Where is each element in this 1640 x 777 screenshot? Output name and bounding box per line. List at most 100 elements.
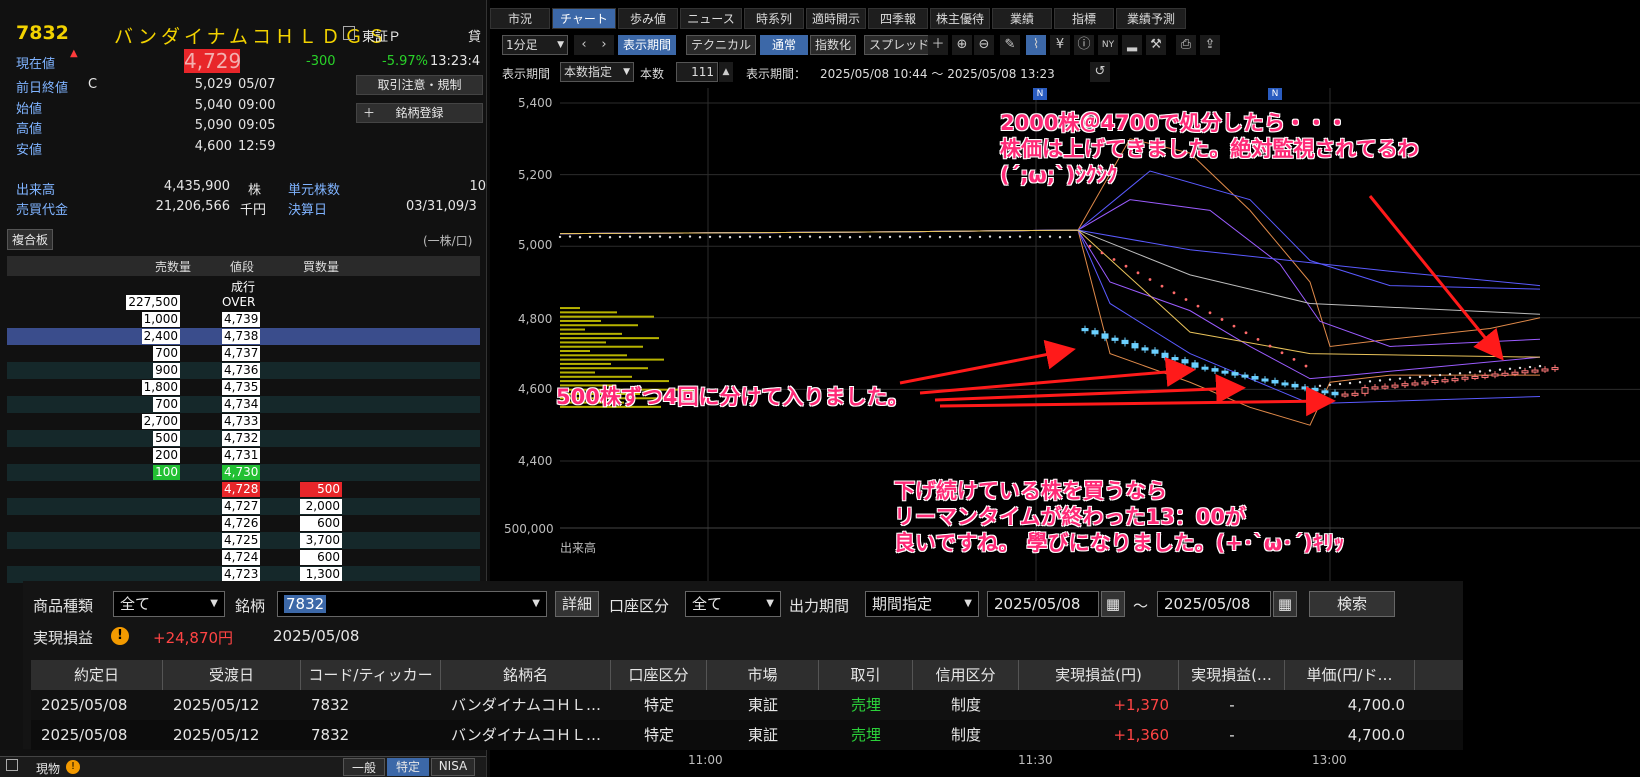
candle-body — [1271, 379, 1279, 384]
ask-row[interactable]: 100 4,730 — [7, 464, 480, 481]
account-type-select[interactable]: 全て ▼ — [685, 591, 781, 617]
bid-row[interactable]: 4,726 600 — [7, 515, 480, 532]
print-icon[interactable]: ⎙ — [1176, 35, 1196, 55]
vwap-dot — [1292, 357, 1296, 361]
tab-1[interactable]: チャート — [552, 8, 616, 29]
news-marker[interactable]: N — [1033, 88, 1047, 100]
tab-10[interactable]: 業績予測 — [1116, 8, 1186, 29]
bid-row[interactable]: 4,725 3,700 — [7, 532, 480, 549]
ask-row[interactable]: 2,400 4,738 — [7, 328, 480, 345]
column-header[interactable]: 実現損益(… — [1179, 660, 1285, 690]
tab-4[interactable]: 時系列 — [744, 8, 804, 29]
orderbook-tab[interactable]: 複合板 — [7, 229, 54, 250]
news-marker[interactable]: N — [1268, 88, 1282, 100]
memo-icon[interactable] — [343, 26, 355, 40]
yen-icon[interactable]: ¥ — [1050, 35, 1070, 55]
zoom-in-icon[interactable]: ⊕ — [952, 35, 972, 55]
table-cell: - — [1229, 696, 1235, 714]
column-header[interactable]: 市場 — [707, 660, 819, 690]
orderbook-over-row[interactable]: 227,500 OVER — [7, 294, 480, 311]
column-header[interactable]: 約定日 — [31, 660, 163, 690]
column-header[interactable]: 口座区分 — [611, 660, 707, 690]
prev-icon[interactable]: ‹ — [574, 35, 594, 55]
column-header[interactable]: 実現損益(円) — [1019, 660, 1179, 690]
tab-0[interactable]: 市況 — [490, 8, 550, 29]
ask-row[interactable]: 700 4,734 — [7, 396, 480, 413]
candle-body — [1291, 383, 1299, 388]
calendar-icon[interactable]: ▦ — [1273, 591, 1297, 617]
ask-row[interactable]: 500 4,732 — [7, 430, 480, 447]
tab-2[interactable]: 歩み値 — [618, 8, 678, 29]
ask-row[interactable]: 2,700 4,733 — [7, 413, 480, 430]
product-type-select[interactable]: 全て ▼ — [113, 591, 225, 617]
volume-profile-bar — [560, 375, 632, 378]
export-icon[interactable]: ⇪ — [1200, 35, 1220, 55]
tab-8[interactable]: 業績 — [992, 8, 1052, 29]
trade-notice-button[interactable]: 取引注意・規制 — [356, 75, 483, 95]
zoom-out-icon[interactable]: ⊖ — [974, 35, 994, 55]
tab-general[interactable]: 一般 — [343, 758, 385, 776]
output-period-label: 出力期間 — [789, 597, 850, 615]
interval-select[interactable]: 1分足 ▼ — [502, 35, 568, 55]
stepper-icon[interactable]: ▲ — [719, 62, 733, 82]
chart-line-icon[interactable]: ⌇ — [1026, 35, 1046, 55]
technical-button[interactable]: テクニカル — [686, 35, 757, 55]
ask-row[interactable]: 1,000 4,739 — [7, 311, 480, 328]
column-header[interactable]: 信用区分 — [913, 660, 1019, 690]
ask-row[interactable]: 900 4,736 — [7, 362, 480, 379]
table-cell: 7832 — [311, 696, 350, 714]
warning-icon[interactable]: ! — [111, 627, 129, 645]
column-header[interactable]: コード/ティッカー — [301, 660, 441, 690]
reset-icon[interactable]: ↺ — [1090, 62, 1110, 82]
info-icon[interactable]: ⓘ — [1074, 35, 1094, 55]
tab-6[interactable]: 四季報 — [868, 8, 928, 29]
column-header[interactable]: 受渡日 — [163, 660, 301, 690]
indicator-line — [559, 229, 1541, 315]
wrench-icon[interactable]: ⚒ — [1146, 35, 1166, 55]
column-header[interactable]: 取引 — [819, 660, 913, 690]
column-header[interactable]: 銘柄名 — [441, 660, 611, 690]
spread-button[interactable]: スプレッド — [864, 35, 935, 55]
calendar-icon[interactable]: ▦ — [1101, 591, 1125, 617]
tab-nisa[interactable]: NISA — [431, 758, 475, 776]
plus-icon: ＋ — [363, 106, 376, 120]
volume-profile-icon[interactable]: ▂ — [1122, 35, 1142, 55]
search-button[interactable]: 検索 — [1309, 591, 1395, 617]
normal-button[interactable]: 通常 — [760, 35, 808, 55]
next-icon[interactable]: › — [594, 35, 614, 55]
bid-row[interactable]: 4,728 500 — [7, 481, 480, 498]
candle-body — [1521, 370, 1529, 374]
detail-button[interactable]: 詳細 — [555, 591, 599, 617]
tab-7[interactable]: 株主優待 — [930, 8, 990, 29]
volume-profile-bar — [560, 354, 627, 357]
tab-specific[interactable]: 特定 — [387, 758, 429, 776]
ny-icon[interactable]: NY — [1098, 35, 1118, 55]
pen-icon[interactable]: ✎ — [1000, 35, 1020, 55]
avg-dot — [1468, 371, 1472, 374]
avg-dot — [818, 236, 822, 239]
bid-row[interactable]: 4,724 600 — [7, 549, 480, 566]
tab-3[interactable]: ニュース — [680, 8, 742, 29]
count-input[interactable]: 111 — [676, 62, 718, 82]
column-header[interactable]: 単価(円/ド… — [1285, 660, 1415, 690]
low-label: 安値 — [16, 143, 43, 158]
date-to-input[interactable]: 2025/05/08 — [1157, 591, 1271, 617]
tab-5[interactable]: 適時開示 — [806, 8, 866, 29]
register-stock-button[interactable]: ＋ 銘柄登録 — [356, 103, 483, 123]
table-row[interactable]: 2025/05/08 2025/05/12 7832 バンダイナムコＨＬ… 特定 東証 売埋… — [31, 690, 1463, 720]
output-period-select[interactable]: 期間指定 ▼ — [865, 591, 979, 617]
ask-row[interactable]: 1,800 4,735 — [7, 379, 480, 396]
index-button[interactable]: 指数化 — [810, 35, 857, 55]
table-row[interactable]: 2025/05/08 2025/05/12 7832 バンダイナムコＨＬ… 特定 東証 売埋… — [31, 720, 1463, 750]
crosshair-icon[interactable]: ＋ — [928, 35, 948, 55]
ask-row[interactable]: 700 4,737 — [7, 345, 480, 362]
date-from-input[interactable]: 2025/05/08 — [987, 591, 1099, 617]
tab-9[interactable]: 指標 — [1054, 8, 1114, 29]
period-select[interactable]: 本数指定 ▼ — [560, 62, 634, 82]
candle-body — [1101, 333, 1109, 339]
avg-dot — [1508, 367, 1512, 371]
ask-row[interactable]: 200 4,731 — [7, 447, 480, 464]
bid-row[interactable]: 4,727 2,000 — [7, 498, 480, 515]
period-button[interactable]: 表示期間 — [618, 35, 677, 55]
symbol-input[interactable]: 7832 ▼ — [277, 591, 547, 617]
